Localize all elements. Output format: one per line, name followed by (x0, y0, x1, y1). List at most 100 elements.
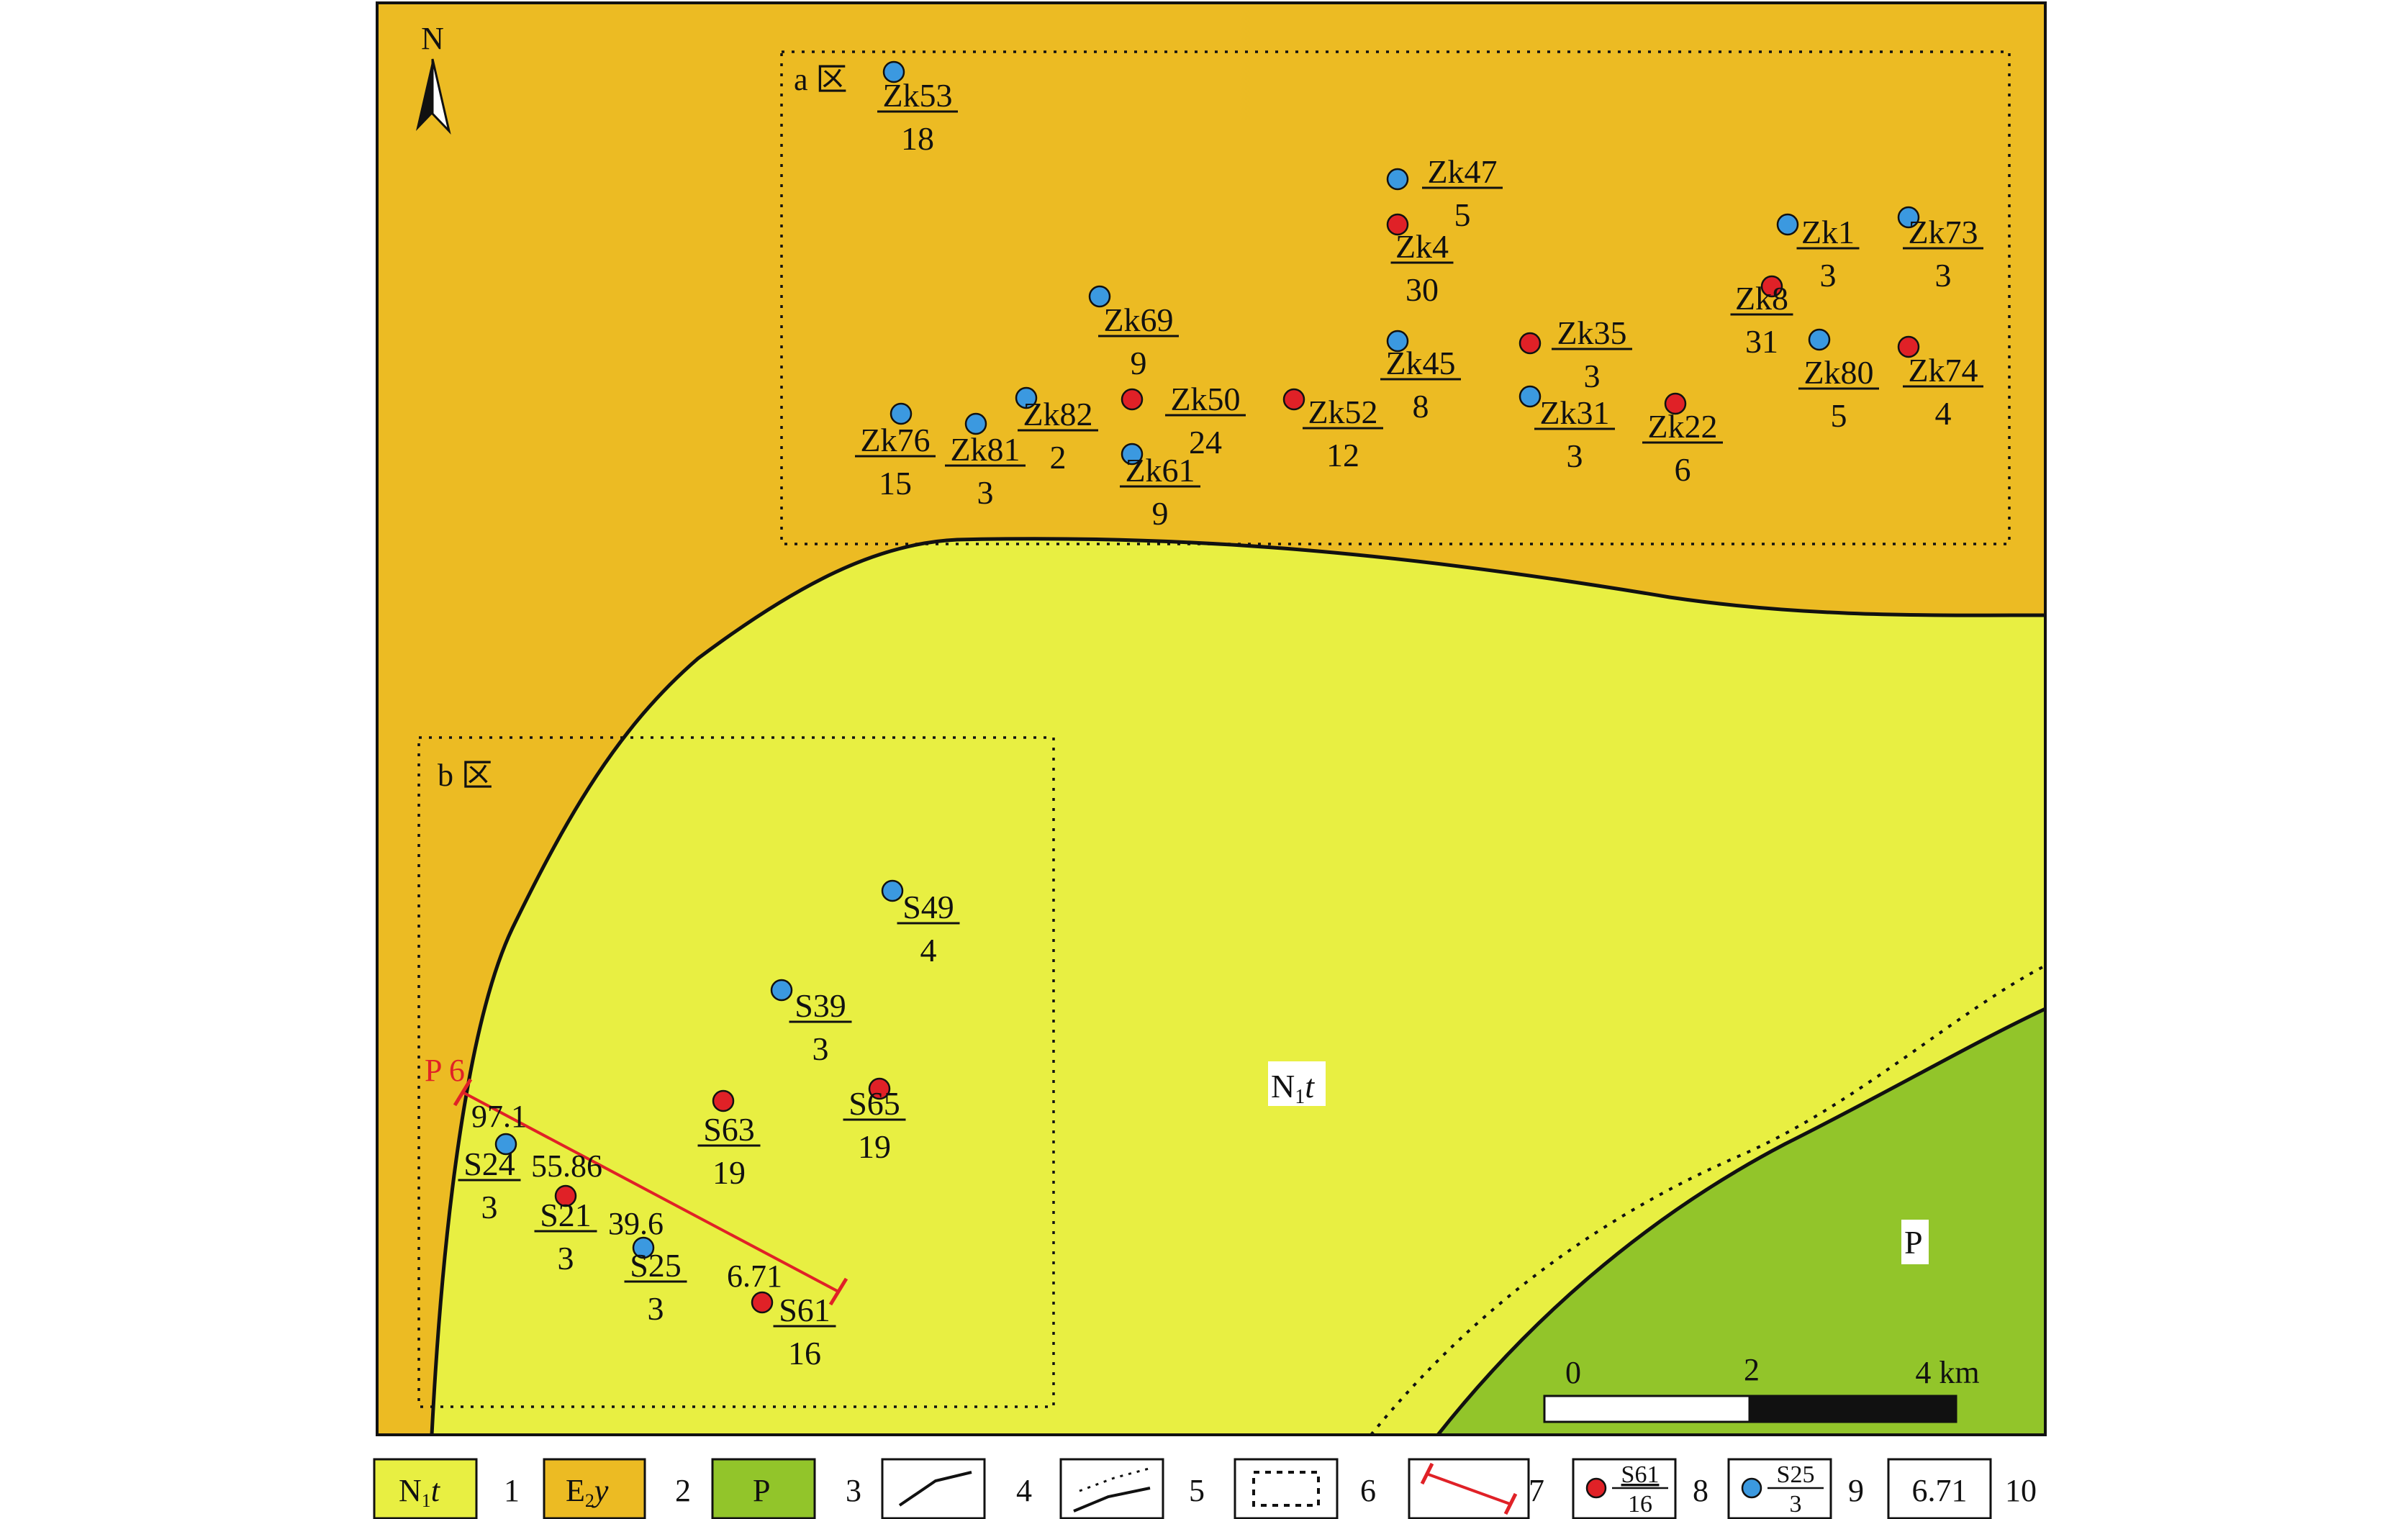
well-value: 6 (1675, 451, 1691, 488)
well-value: 3 (977, 474, 994, 511)
north-label: N (421, 21, 444, 56)
scale-tick: 4 km (1915, 1355, 1979, 1390)
well-name: S21 (540, 1197, 592, 1233)
blue-well-marker-icon (881, 879, 904, 902)
blue-well-marker-icon (1776, 213, 1799, 236)
well-name: S25 (630, 1247, 682, 1284)
scale-tick: 0 (1565, 1355, 1581, 1390)
well-value: 3 (1935, 257, 1952, 294)
legend-item-e2y: E2y 2 (543, 1458, 691, 1519)
well-value: 16 (788, 1335, 821, 1371)
legend-item-inferred-boundary: 5 (1059, 1458, 1205, 1519)
red-well-marker-icon (712, 1089, 735, 1112)
well-value: 5 (1454, 196, 1471, 233)
well-value: 31 (1745, 323, 1778, 360)
scale-tick: 2 (1744, 1352, 1760, 1387)
well-value: 19 (858, 1128, 891, 1165)
red-well-marker-icon (1121, 388, 1144, 411)
unit-label-n1t: N1t (1268, 1061, 1326, 1108)
well-name: Zk69 (1103, 301, 1173, 338)
profile-value: 55.86 (531, 1148, 602, 1184)
well-value: 12 (1326, 437, 1359, 473)
well-name: Zk50 (1170, 381, 1240, 417)
well-value: 9 (1131, 345, 1147, 381)
well-name: Zk47 (1427, 153, 1497, 190)
well-value: 4 (1935, 395, 1952, 432)
profile-label: P 6 (425, 1053, 465, 1088)
well-name: S24 (463, 1146, 515, 1182)
well-name: S39 (795, 987, 846, 1024)
legend-item-profile-line: 7 (1408, 1458, 1544, 1519)
profile-value: 6.71 (727, 1259, 782, 1294)
blue-well-marker-icon (1386, 168, 1409, 191)
well-value: 3 (813, 1030, 829, 1067)
zone-a-label: a 区 (794, 62, 848, 97)
well-value: 2 (1050, 439, 1067, 476)
geologic-map: a 区 b 区 N N1t P P 6 97.1 55.86 39.6 6.71… (373, 1, 2047, 1519)
well-value: 4 (920, 932, 937, 969)
well-value: 3 (648, 1290, 664, 1327)
svg-text:N1t: N1t (1271, 1068, 1315, 1108)
legend: N1t 1 E2y 2 P 3 4 5 6 7 S61 16 8 S25 3 9… (373, 1458, 2037, 1519)
blue-well-marker-icon (1518, 385, 1542, 408)
blue-well-marker-icon (1808, 328, 1831, 351)
zone-b-label: b 区 (438, 758, 493, 793)
legend-item-blue-well: S25 3 9 (1727, 1458, 1864, 1519)
legend-number: 10 (2005, 1473, 2037, 1508)
legend-number: 9 (1848, 1473, 1864, 1508)
well-value: 30 (1406, 271, 1439, 308)
blue-well-marker-icon (890, 402, 913, 425)
svg-text:3: 3 (1790, 1491, 1802, 1518)
well-name: Zk22 (1647, 408, 1717, 445)
blue-well-marker-icon (770, 979, 793, 1002)
legend-number: 8 (1693, 1473, 1708, 1508)
well-name: Zk35 (1557, 314, 1626, 351)
well-value: 19 (712, 1154, 746, 1191)
well-value: 8 (1413, 388, 1429, 425)
blue-well-marker-icon (1741, 1477, 1762, 1499)
svg-text:S25: S25 (1777, 1461, 1815, 1488)
legend-item-zone-boundary: 6 (1234, 1458, 1376, 1519)
legend-number: 5 (1189, 1473, 1205, 1508)
well-value: 3 (481, 1189, 498, 1225)
well-name: Zk45 (1385, 345, 1455, 381)
svg-text:P: P (1904, 1224, 1923, 1261)
well-value: 5 (1831, 397, 1847, 434)
legend-item-red-well: S61 16 8 (1572, 1458, 1708, 1519)
well-value: 18 (901, 120, 934, 157)
well-name: Zk73 (1908, 214, 1978, 250)
well-name: Zk81 (950, 431, 1020, 468)
well-name: Zk8 (1735, 280, 1788, 317)
well-name: Zk74 (1908, 352, 1978, 389)
well-name: Zk76 (860, 422, 930, 458)
red-well-marker-icon (1585, 1477, 1607, 1499)
red-well-marker-icon (1518, 332, 1542, 355)
red-well-marker-icon (1282, 388, 1305, 411)
well-value: 3 (1584, 358, 1601, 394)
well-value: 15 (879, 465, 912, 502)
well-name: Zk80 (1803, 354, 1873, 391)
unit-label-p: P (1901, 1220, 1929, 1264)
well-name: Zk1 (1801, 214, 1855, 250)
profile-value: 39.6 (608, 1206, 664, 1241)
legend-number: 7 (1529, 1473, 1544, 1508)
red-well-marker-icon (751, 1291, 774, 1314)
svg-text:S61: S61 (1621, 1461, 1660, 1488)
svg-text:16: 16 (1628, 1491, 1652, 1518)
legend-number: 2 (675, 1473, 691, 1508)
legend-number: 6 (1360, 1473, 1376, 1508)
well-name: S65 (848, 1085, 900, 1122)
well-value: 3 (558, 1240, 574, 1277)
well-name: Zk61 (1125, 452, 1195, 489)
svg-text:P: P (753, 1473, 770, 1508)
well-name: Zk53 (882, 77, 952, 114)
svg-text:N1t: N1t (399, 1473, 441, 1511)
well-name: Zk4 (1395, 228, 1449, 265)
legend-item-value: 6.71 10 (1887, 1458, 2037, 1519)
legend-item-n1t: N1t 1 (373, 1458, 520, 1519)
legend-item-p: P 3 (711, 1458, 861, 1519)
well-name: S61 (779, 1292, 830, 1328)
svg-text:6.71: 6.71 (1912, 1473, 1968, 1508)
well-value: 9 (1152, 495, 1169, 532)
well-value: 3 (1567, 437, 1583, 474)
